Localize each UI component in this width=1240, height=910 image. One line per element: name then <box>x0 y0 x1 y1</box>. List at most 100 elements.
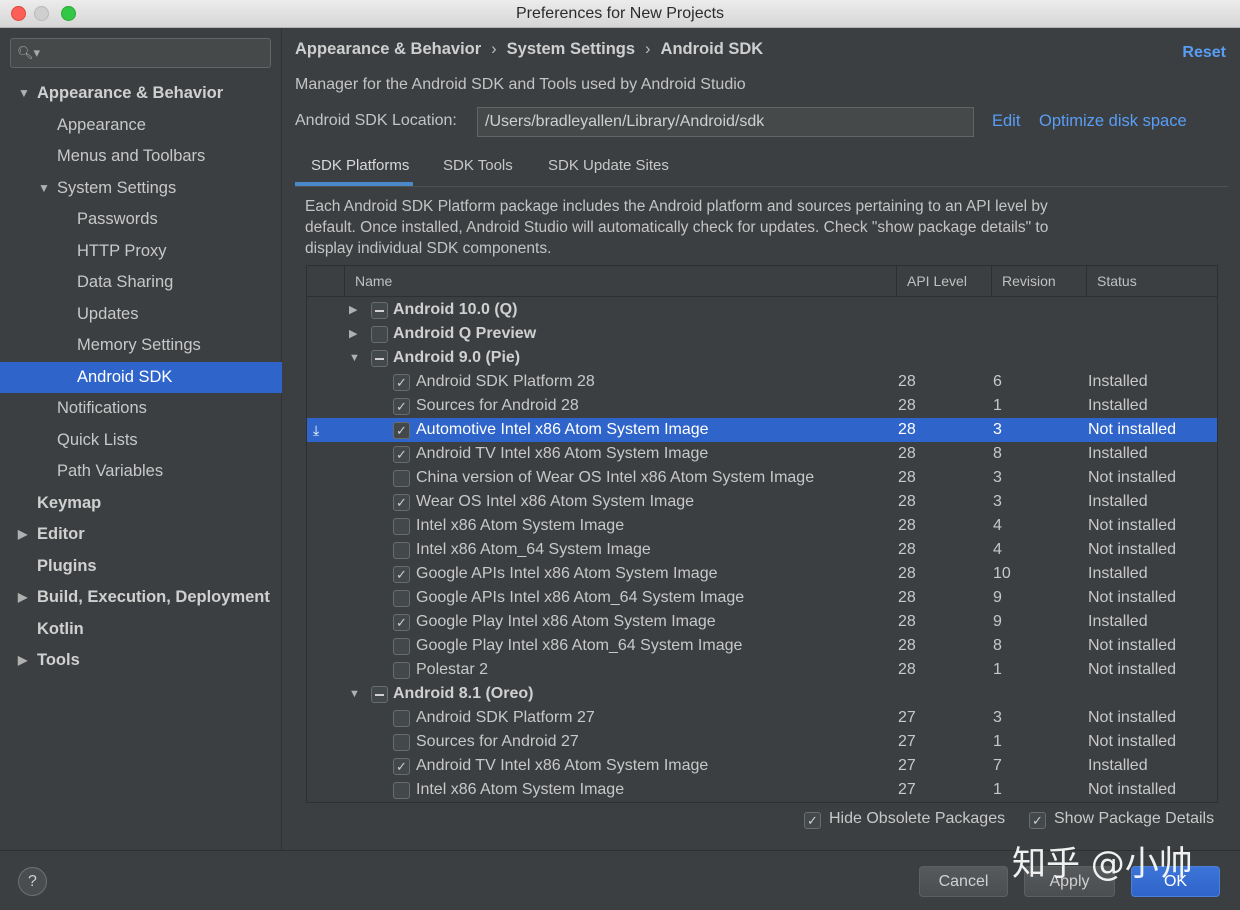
package-row[interactable]: ✓ Google APIs Intel x86 Atom System Image… <box>307 562 1217 586</box>
package-checkbox[interactable]: ✓ <box>393 374 410 391</box>
show-package-details-option[interactable]: ✓ Show Package Details <box>1029 810 1214 829</box>
package-row[interactable]: Intel x86 Atom_64 System Image 28 4 Not ins… <box>307 538 1217 562</box>
column-header-status[interactable]: Status <box>1086 266 1217 297</box>
cancel-button[interactable]: Cancel <box>919 866 1008 897</box>
package-group-checkbox[interactable] <box>371 686 388 703</box>
column-header-revision[interactable]: Revision <box>991 266 1086 297</box>
package-row[interactable]: ✓ Android TV Intel x86 Atom System Image 2… <box>307 754 1217 778</box>
breadcrumb-item: Android SDK <box>660 40 764 58</box>
sidebar-item[interactable]: ▶ Build, Execution, Deployment <box>0 582 282 614</box>
package-checkbox[interactable] <box>393 782 410 799</box>
package-checkbox[interactable]: ✓ <box>393 566 410 583</box>
package-checkbox[interactable]: ✓ <box>393 614 410 631</box>
package-checkbox[interactable]: ✓ <box>393 446 410 463</box>
package-checkbox[interactable] <box>393 638 410 655</box>
sdk-packages-table: Name API Level Revision Status ▶ Android … <box>306 265 1218 803</box>
package-row[interactable]: ✓ Wear OS Intel x86 Atom System Image 28 3 I… <box>307 490 1217 514</box>
package-checkbox[interactable] <box>393 470 410 487</box>
package-checkbox[interactable]: ✓ <box>393 758 410 775</box>
sidebar-item[interactable]: HTTP Proxy <box>0 236 282 268</box>
sdk-location-field[interactable]: /Users/bradleyallen/Library/Android/sdk <box>477 107 974 137</box>
package-group-row[interactable]: ▼ Android 8.1 (Oreo) <box>307 682 1217 706</box>
package-row[interactable]: Intel x86 Atom System Image 27 1 Not instal… <box>307 778 1217 802</box>
package-checkbox[interactable] <box>393 734 410 751</box>
package-row[interactable]: ✓ Google Play Intel x86 Atom System Image… <box>307 610 1217 634</box>
package-row[interactable]: ✓ Sources for Android 28 28 1 Installed <box>307 394 1217 418</box>
sidebar-item[interactable]: Android SDK <box>0 361 282 393</box>
expand-down-arrow-icon[interactable]: ▼ <box>18 78 30 110</box>
expand-down-arrow-icon[interactable]: ▼ <box>349 682 360 706</box>
package-api-level: 28 <box>898 661 916 678</box>
package-group-row[interactable]: ▼ Android 9.0 (Pie) <box>307 346 1217 370</box>
package-checkbox[interactable]: ✓ <box>393 398 410 415</box>
package-group-name: Android 8.1 (Oreo) <box>393 685 534 702</box>
package-status: Installed <box>1088 445 1148 462</box>
sidebar-item[interactable]: ▼ System Settings <box>0 173 282 205</box>
collapse-right-arrow-icon[interactable]: ▶ <box>18 582 27 614</box>
breadcrumb-separator: › <box>491 40 497 58</box>
expand-down-arrow-icon[interactable]: ▼ <box>349 346 360 370</box>
package-checkbox[interactable]: ✓ <box>393 494 410 511</box>
tab-sdk-update-sites[interactable]: SDK Update Sites <box>548 148 669 186</box>
package-group-row[interactable]: ▶ Android Q Preview <box>307 322 1217 346</box>
package-row[interactable]: Android SDK Platform 27 27 3 Not installed <box>307 706 1217 730</box>
expand-down-arrow-icon[interactable]: ▼ <box>38 173 50 205</box>
package-row[interactable]: Google APIs Intel x86 Atom_64 System Ima… <box>307 586 1217 610</box>
hide-obsolete-checkbox[interactable]: ✓ <box>804 812 821 829</box>
package-row[interactable]: Sources for Android 27 27 1 Not installed <box>307 730 1217 754</box>
package-row[interactable]: Google Play Intel x86 Atom_64 System Ima… <box>307 634 1217 658</box>
package-row[interactable]: Polestar 2 28 1 Not installed <box>307 658 1217 682</box>
minimize-window-button[interactable] <box>34 6 49 21</box>
package-group-checkbox[interactable] <box>371 302 388 319</box>
package-row[interactable]: China version of Wear OS Intel x86 Atom … <box>307 466 1217 490</box>
sidebar-item[interactable]: ▶ Editor <box>0 519 282 551</box>
collapse-right-arrow-icon[interactable]: ▶ <box>349 322 357 346</box>
package-checkbox[interactable] <box>393 518 410 535</box>
package-api-level: 28 <box>898 613 916 630</box>
package-group-row[interactable]: ▶ Android 10.0 (Q) <box>307 298 1217 322</box>
sidebar-item[interactable]: ▼ Appearance & Behavior <box>0 78 282 110</box>
maximize-window-button[interactable] <box>61 6 76 21</box>
sidebar-item[interactable]: Passwords <box>0 204 282 236</box>
package-checkbox[interactable] <box>393 710 410 727</box>
tab-sdk-platforms[interactable]: SDK Platforms <box>295 148 413 186</box>
package-checkbox[interactable] <box>393 590 410 607</box>
sidebar-item[interactable]: Keymap <box>0 488 282 520</box>
sidebar-item[interactable]: ▶ Tools <box>0 645 282 677</box>
sidebar-item[interactable]: Notifications <box>0 393 282 425</box>
package-group-checkbox[interactable] <box>371 350 388 367</box>
sidebar-item[interactable]: Kotlin <box>0 614 282 646</box>
sidebar-item[interactable]: Updates <box>0 299 282 331</box>
sidebar-item[interactable]: Path Variables <box>0 456 282 488</box>
collapse-right-arrow-icon[interactable]: ▶ <box>349 298 357 322</box>
package-checkbox[interactable]: ✓ <box>393 422 410 439</box>
close-window-button[interactable] <box>11 6 26 21</box>
package-row[interactable]: Intel x86 Atom System Image 28 4 Not instal… <box>307 514 1217 538</box>
package-row[interactable]: ⤓ ✓ Automotive Intel x86 Atom System Image… <box>307 418 1217 442</box>
package-checkbox[interactable] <box>393 662 410 679</box>
collapse-right-arrow-icon[interactable]: ▶ <box>18 645 27 677</box>
package-api-level: 27 <box>898 781 916 798</box>
sidebar-item[interactable]: Plugins <box>0 551 282 583</box>
sidebar-item[interactable]: Menus and Toolbars <box>0 141 282 173</box>
settings-search-input[interactable]: 🔍︎▾ <box>10 38 271 68</box>
package-checkbox[interactable] <box>393 542 410 559</box>
package-row[interactable]: ✓ Android TV Intel x86 Atom System Image 2… <box>307 442 1217 466</box>
collapse-right-arrow-icon[interactable]: ▶ <box>18 519 27 551</box>
show-package-details-checkbox[interactable]: ✓ <box>1029 812 1046 829</box>
help-button[interactable]: ? <box>18 867 47 896</box>
sidebar-item[interactable]: Appearance <box>0 110 282 142</box>
sidebar-item[interactable]: Quick Lists <box>0 425 282 457</box>
reset-link[interactable]: Reset <box>1182 44 1226 62</box>
tab-sdk-tools[interactable]: SDK Tools <box>443 148 513 186</box>
package-api-level: 28 <box>898 589 916 606</box>
package-row[interactable]: ✓ Android SDK Platform 28 28 6 Installed <box>307 370 1217 394</box>
optimize-disk-space-link[interactable]: Optimize disk space <box>1039 112 1187 131</box>
column-header-api-level[interactable]: API Level <box>896 266 991 297</box>
package-group-checkbox[interactable] <box>371 326 388 343</box>
sidebar-item[interactable]: Memory Settings <box>0 330 282 362</box>
hide-obsolete-option[interactable]: ✓ Hide Obsolete Packages <box>804 810 1005 829</box>
sidebar-item[interactable]: Data Sharing <box>0 267 282 299</box>
edit-link[interactable]: Edit <box>992 112 1020 131</box>
column-header-name[interactable]: Name <box>344 266 896 297</box>
